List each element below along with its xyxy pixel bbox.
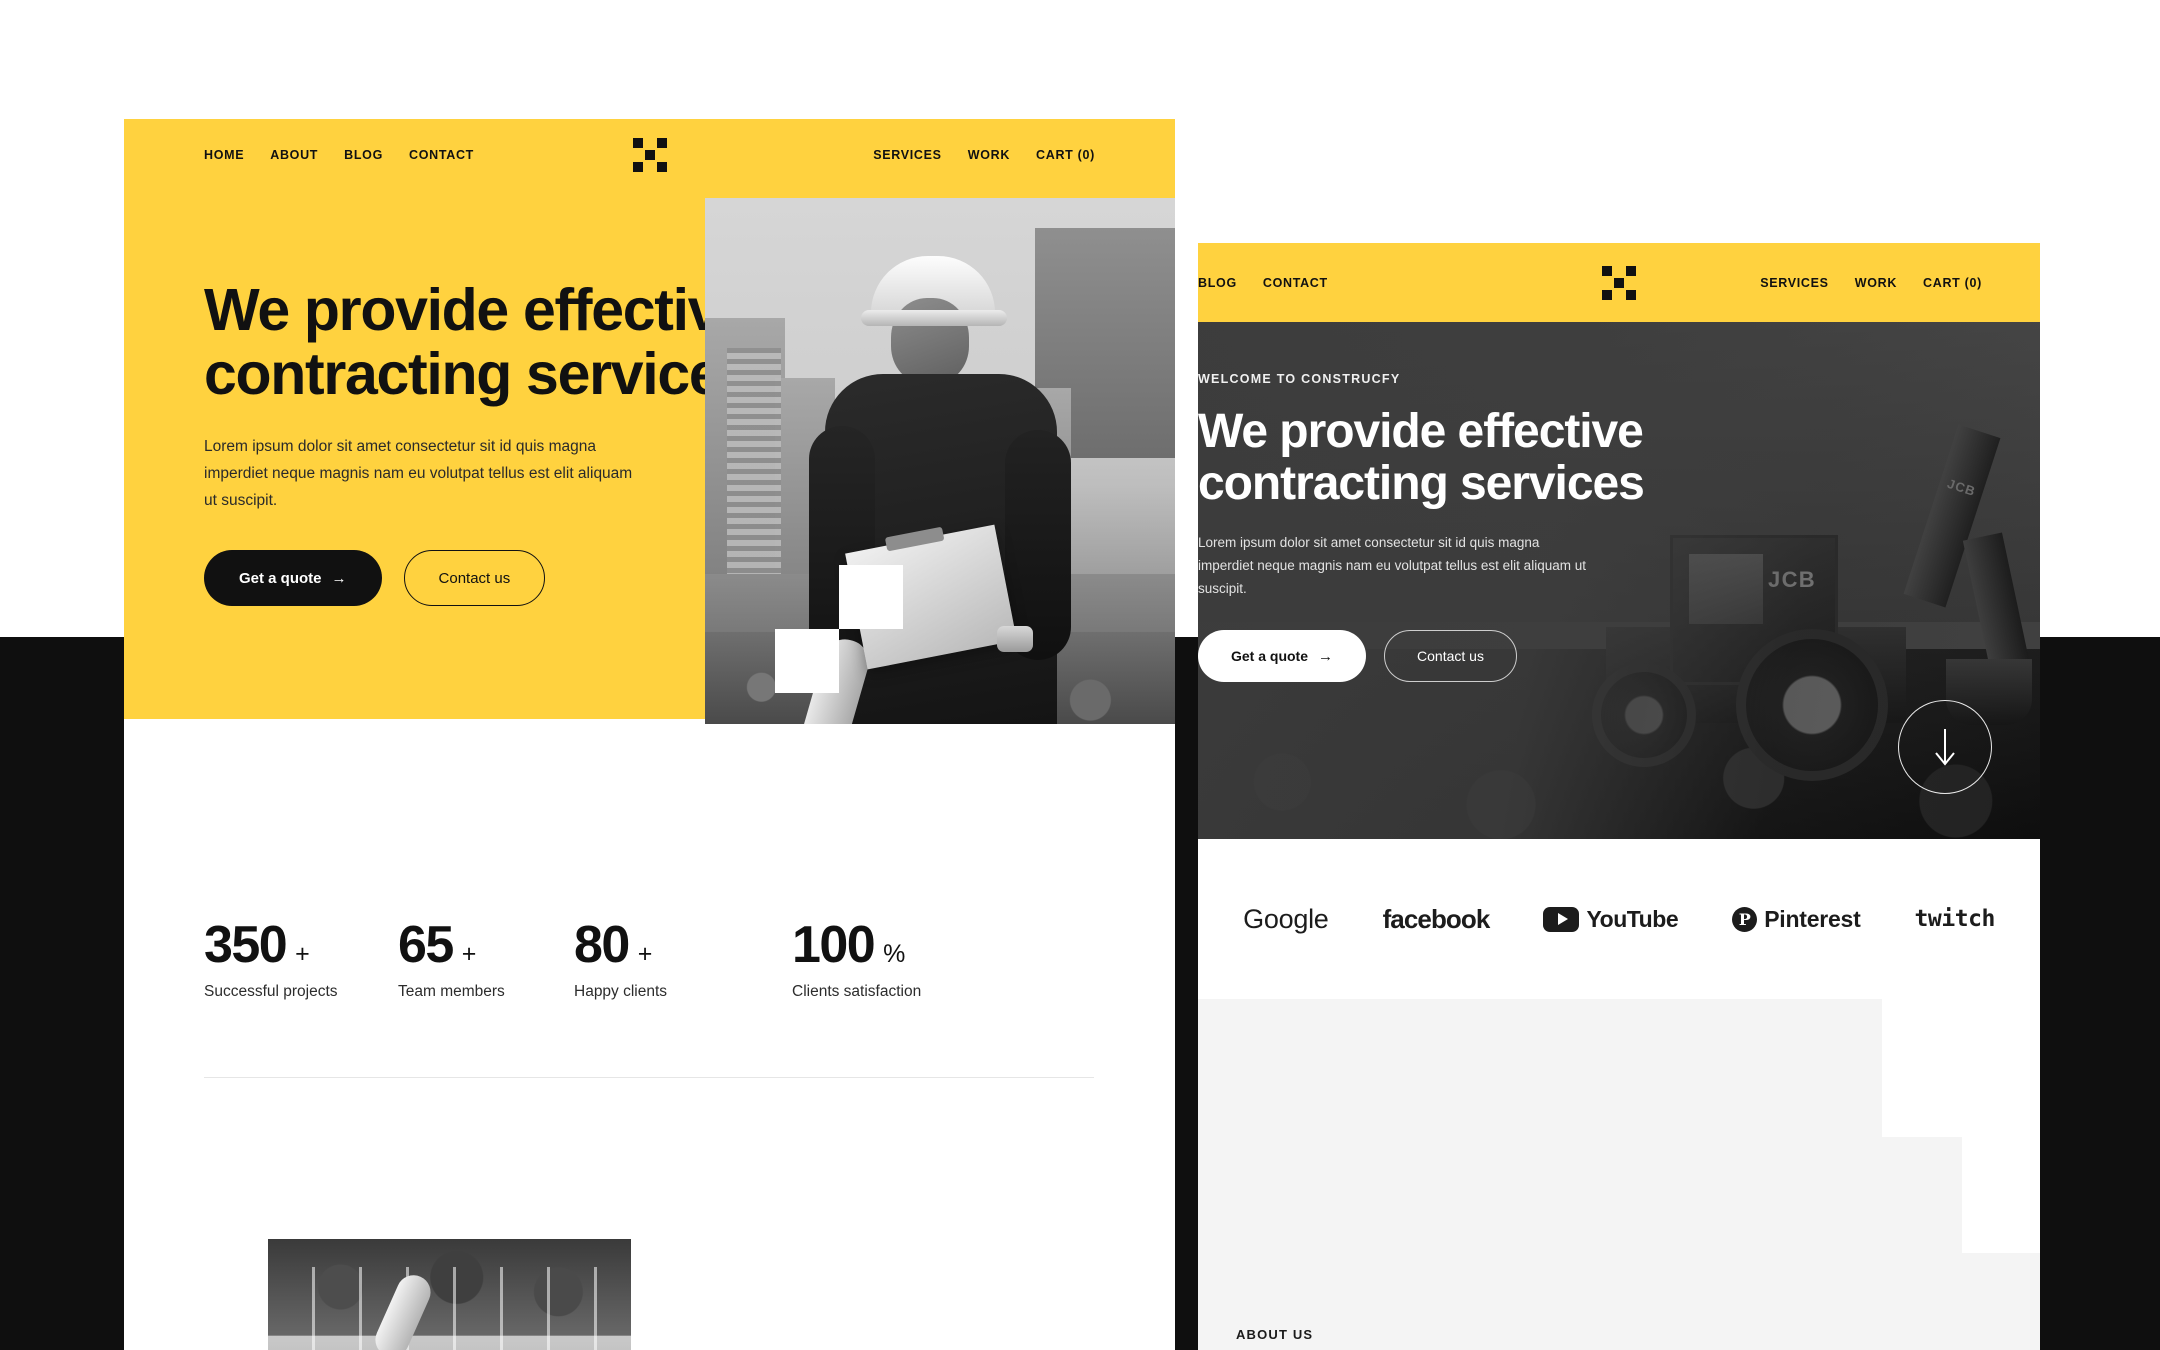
photo-notch-block-2 xyxy=(775,629,839,693)
right-hero-eyebrow: WELCOME TO CONSTRUCFY xyxy=(1198,372,1401,386)
brand-twitch: twitch xyxy=(1914,906,1996,932)
left-navbar: HOME ABOUT BLOG CONTACT SERVICES WORK CA… xyxy=(124,119,1175,191)
right-hero-paragraph: Lorem ipsum dolor sit amet consectetur s… xyxy=(1198,534,1586,596)
nav-link-services[interactable]: SERVICES xyxy=(873,148,942,162)
right-hero-title-line2: contracting services xyxy=(1198,456,1645,510)
stat-unit: + xyxy=(461,940,477,968)
arrow-down-icon xyxy=(1935,729,1955,766)
contact-us-label: Contact us xyxy=(1417,648,1484,665)
left-mockup-page: HOME ABOUT BLOG CONTACT SERVICES WORK CA… xyxy=(124,119,1175,1350)
get-a-quote-label: Get a quote xyxy=(1231,648,1309,665)
stat-label: Successful projects xyxy=(204,983,338,1000)
left-hero-paragraph: Lorem ipsum dolor sit amet consectetur s… xyxy=(204,438,633,509)
stats-divider xyxy=(204,1077,1094,1078)
nav-link-home[interactable]: HOME xyxy=(204,148,244,162)
stat-unit: + xyxy=(295,940,310,968)
left-hero-title-line2: contracting services xyxy=(204,340,753,407)
stat-item-clients-satisfaction: 100 % Clients satisfaction xyxy=(792,919,986,1001)
right-navbar: BLOG CONTACT SERVICES WORK CART (0) xyxy=(1198,243,2040,322)
right-mockup-page: BLOG CONTACT SERVICES WORK CART (0) WELC… xyxy=(1198,243,2040,1350)
right-hero-title-line1: We provide effective xyxy=(1198,405,1644,458)
grey-step-notch-2 xyxy=(1962,1137,2040,1253)
stat-number: 350 xyxy=(204,916,288,974)
stat-unit: + xyxy=(637,940,653,968)
left-nav-primary-links: HOME ABOUT BLOG CONTACT xyxy=(204,148,633,162)
checker-x-logo-icon[interactable] xyxy=(1602,265,1636,300)
right-nav-secondary-links: SERVICES WORK CART (0) xyxy=(1760,243,1982,322)
brand-twitch-label: twitch xyxy=(1914,906,1996,932)
pinterest-p-icon: P xyxy=(1732,906,1758,932)
brand-pinterest: P Pinterest xyxy=(1732,905,1861,933)
screenshot-canvas: HOME ABOUT BLOG CONTACT SERVICES WORK CA… xyxy=(0,0,2160,1350)
brand-youtube-label: YouTube xyxy=(1586,905,1679,932)
right-lower-grey-panel: ABOUT US xyxy=(1198,999,2040,1350)
nav-link-blog[interactable]: BLOG xyxy=(1198,276,1237,290)
brand-facebook: facebook xyxy=(1382,903,1491,935)
nav-link-blog[interactable]: BLOG xyxy=(344,148,383,162)
nav-link-services[interactable]: SERVICES xyxy=(1760,276,1829,290)
stat-item-happy-clients: 80 + Happy clients xyxy=(574,919,792,1001)
left-nav-secondary-links: SERVICES WORK CART (0) xyxy=(667,148,1096,162)
nav-link-contact[interactable]: CONTACT xyxy=(1263,276,1328,290)
contact-us-button[interactable]: Contact us xyxy=(1384,630,1517,683)
arrow-right-icon: → xyxy=(331,569,347,587)
arrow-right-icon: → xyxy=(1318,647,1334,665)
nav-link-cart[interactable]: CART (0) xyxy=(1036,148,1095,162)
get-a-quote-label: Get a quote xyxy=(239,569,322,587)
nav-link-work[interactable]: WORK xyxy=(1855,276,1897,290)
brand-google-label: Google xyxy=(1243,903,1329,934)
stats-row: 350 + Successful projects 65 + Team memb… xyxy=(204,919,1094,1001)
nav-link-about[interactable]: ABOUT xyxy=(270,148,318,162)
contact-us-button[interactable]: Contact us xyxy=(403,550,546,607)
brand-logos-row: Google facebook YouTube P Pinterest twit… xyxy=(1198,839,2040,999)
right-hero-dark-section: JCB JCB WELCOME TO CONSTRUCFY We provide… xyxy=(1198,322,2040,839)
get-a-quote-button[interactable]: Get a quote → xyxy=(1198,630,1367,683)
right-hero-title: We provide effective contracting service… xyxy=(1198,406,1768,510)
nav-link-cart[interactable]: CART (0) xyxy=(1923,276,1982,290)
grey-step-notch-1 xyxy=(1882,999,2040,1137)
construction-site-rebar-photo xyxy=(268,1239,631,1350)
scroll-down-button[interactable] xyxy=(1898,700,1992,794)
stat-item-successful-projects: 350 + Successful projects xyxy=(204,919,398,1001)
brand-google: Google xyxy=(1243,903,1329,935)
right-nav-primary-links: BLOG CONTACT xyxy=(1198,243,1328,322)
about-us-eyebrow: ABOUT US xyxy=(1236,1327,1314,1342)
stat-number: 80 xyxy=(574,916,630,974)
nav-link-work[interactable]: WORK xyxy=(968,148,1010,162)
right-hero-copy: WELCOME TO CONSTRUCFY We provide effecti… xyxy=(1198,372,1768,683)
stat-unit: % xyxy=(883,940,906,968)
stat-label: Team members xyxy=(398,983,505,1000)
stat-label: Clients satisfaction xyxy=(792,983,922,1000)
stat-label: Happy clients xyxy=(574,983,668,1000)
nav-link-contact[interactable]: CONTACT xyxy=(409,148,474,162)
stat-number: 100 xyxy=(792,916,876,974)
right-hero-button-row: Get a quote → Contact us xyxy=(1198,630,1768,683)
get-a-quote-button[interactable]: Get a quote → xyxy=(204,550,382,607)
stat-number: 65 xyxy=(398,916,454,974)
photo-notch-block-1 xyxy=(839,565,903,629)
left-hero-title-line1: We provide effective xyxy=(204,277,752,343)
youtube-play-icon xyxy=(1543,906,1580,932)
contact-us-label: Contact us xyxy=(438,569,511,587)
checker-x-logo-icon[interactable] xyxy=(632,138,667,172)
stat-item-team-members: 65 + Team members xyxy=(398,919,574,1001)
brand-facebook-label: facebook xyxy=(1382,903,1491,934)
brand-pinterest-label: Pinterest xyxy=(1764,905,1861,932)
brand-youtube: YouTube xyxy=(1543,905,1679,933)
